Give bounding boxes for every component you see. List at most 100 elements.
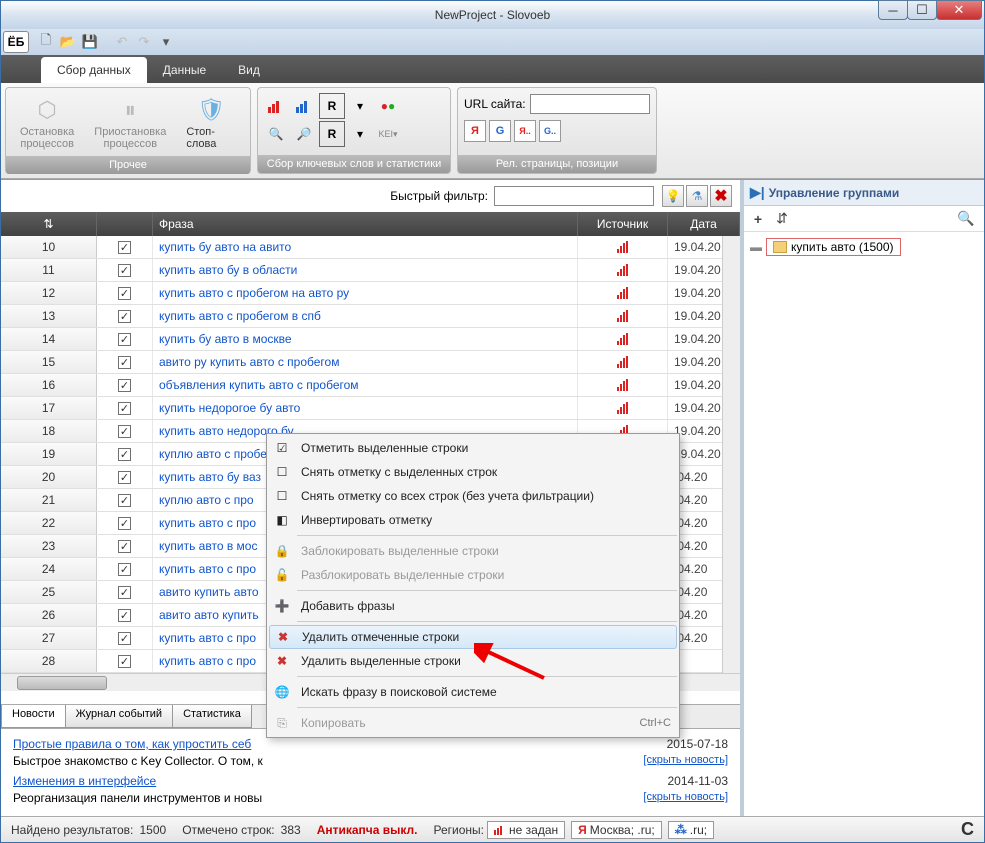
- row-checkbox[interactable]: ✓: [97, 328, 153, 350]
- save-icon[interactable]: 💾: [81, 33, 99, 51]
- tree-toggle-icon[interactable]: ▬: [750, 240, 762, 254]
- row-checkbox[interactable]: ✓: [97, 397, 153, 419]
- quick-filter-input[interactable]: [494, 186, 654, 206]
- r2-icon[interactable]: R: [319, 121, 345, 147]
- table-row[interactable]: 13✓купить авто с пробегом в спб19.04.20: [1, 305, 740, 328]
- row-checkbox[interactable]: ✓: [97, 259, 153, 281]
- region-box[interactable]: ЯМосква; .ru;: [571, 821, 662, 839]
- row-phrase[interactable]: купить недорогое бу авто: [153, 397, 578, 419]
- region-box[interactable]: не задан: [487, 821, 565, 839]
- tab-log[interactable]: Журнал событий: [65, 705, 173, 728]
- search-blue-icon[interactable]: 🔎: [291, 121, 317, 147]
- close-button[interactable]: ✕: [936, 0, 982, 20]
- ctx-globe[interactable]: 🌐Искать фразу в поисковой системе: [267, 680, 679, 704]
- col-source[interactable]: Источник: [578, 212, 668, 236]
- clear-filter-icon[interactable]: ✖: [710, 185, 732, 207]
- row-phrase[interactable]: купить авто бу в области: [153, 259, 578, 281]
- pause-processes-button[interactable]: ⏸ Приостановка процессов: [84, 92, 176, 152]
- row-checkbox[interactable]: ✓: [97, 305, 153, 327]
- table-row[interactable]: 17✓купить недорогое бу авто19.04.20: [1, 397, 740, 420]
- collapse-icon[interactable]: ▶|: [750, 184, 765, 201]
- row-phrase[interactable]: купить авто с пробегом на авто ру: [153, 282, 578, 304]
- row-checkbox[interactable]: ✓: [97, 627, 153, 649]
- google-icon[interactable]: G: [489, 120, 511, 142]
- table-row[interactable]: 14✓купить бу авто в москве19.04.20: [1, 328, 740, 351]
- row-checkbox[interactable]: ✓: [97, 351, 153, 373]
- dropdown-icon[interactable]: ▾: [157, 33, 175, 51]
- search-red-icon[interactable]: 🔍: [263, 121, 289, 147]
- url-input[interactable]: [530, 94, 650, 114]
- row-checkbox[interactable]: ✓: [97, 420, 153, 442]
- undo-icon[interactable]: ↶: [113, 33, 131, 51]
- row-phrase[interactable]: объявления купить авто с пробегом: [153, 374, 578, 396]
- table-row[interactable]: 10✓купить бу авто на авито19.04.20: [1, 236, 740, 259]
- ctx-inv[interactable]: ◧Инвертировать отметку: [267, 508, 679, 532]
- add-group-icon[interactable]: +: [748, 209, 768, 229]
- stop-processes-button[interactable]: ⬡ Остановка процессов: [10, 92, 84, 152]
- region-box[interactable]: ⁂.ru;: [668, 821, 714, 839]
- row-checkbox[interactable]: ✓: [97, 558, 153, 580]
- tab-data[interactable]: Данные: [147, 57, 222, 83]
- row-phrase[interactable]: купить бу авто в москве: [153, 328, 578, 350]
- google2-icon[interactable]: G..: [539, 120, 561, 142]
- row-checkbox[interactable]: ✓: [97, 489, 153, 511]
- hide-news-link[interactable]: [скрыть новость]: [643, 754, 728, 768]
- row-phrase[interactable]: авито ру купить авто с пробегом: [153, 351, 578, 373]
- ctx-unchk[interactable]: ☐Снять отметку со всех строк (без учета …: [267, 484, 679, 508]
- tab-stats[interactable]: Статистика: [172, 705, 252, 728]
- table-row[interactable]: 12✓купить авто с пробегом на авто ру19.0…: [1, 282, 740, 305]
- open-folder-icon[interactable]: 📂: [59, 33, 77, 51]
- row-checkbox[interactable]: ✓: [97, 443, 153, 465]
- row-checkbox[interactable]: ✓: [97, 282, 153, 304]
- row-phrase[interactable]: купить бу авто на авито: [153, 236, 578, 258]
- r-icon[interactable]: R: [319, 93, 345, 119]
- app-logo[interactable]: ЁБ: [3, 31, 29, 53]
- table-row[interactable]: 11✓купить авто бу в области19.04.20: [1, 259, 740, 282]
- row-checkbox[interactable]: ✓: [97, 374, 153, 396]
- col-date[interactable]: Дата: [668, 212, 740, 236]
- search-icon[interactable]: 🔍: [956, 209, 976, 229]
- row-checkbox[interactable]: ✓: [97, 535, 153, 557]
- col-phrase[interactable]: Фраза: [153, 212, 578, 236]
- row-checkbox[interactable]: ✓: [97, 466, 153, 488]
- funnel-icon[interactable]: ⚗: [686, 185, 708, 207]
- stopwords-button[interactable]: 🛡 Стоп-слова: [176, 92, 246, 152]
- sort-icon[interactable]: ⇵: [772, 209, 792, 229]
- kei-icon[interactable]: KEI▾: [375, 121, 401, 147]
- ctx-delx[interactable]: ✖Удалить выделенные строки: [267, 649, 679, 673]
- dots-icon[interactable]: ●●: [375, 93, 401, 119]
- minimize-button[interactable]: ─: [878, 0, 908, 20]
- tab-collect[interactable]: Сбор данных: [41, 57, 147, 83]
- titlebar[interactable]: NewProject - Slovoeb ─ ☐ ✕: [1, 1, 984, 29]
- col-rownum[interactable]: ⇅: [1, 212, 97, 236]
- table-row[interactable]: 15✓авито ру купить авто с пробегом19.04.…: [1, 351, 740, 374]
- row-phrase[interactable]: купить авто с пробегом в спб: [153, 305, 578, 327]
- news-link[interactable]: Простые правила о том, как упростить себ: [13, 737, 251, 751]
- col-check[interactable]: [97, 212, 153, 236]
- ctx-plus[interactable]: ➕Добавить фразы: [267, 594, 679, 618]
- news-link[interactable]: Изменения в интерфейсе: [13, 774, 156, 788]
- bars-red-icon[interactable]: [263, 93, 289, 119]
- yandex2-icon[interactable]: Я..: [514, 120, 536, 142]
- refresh-icon[interactable]: C: [961, 819, 974, 840]
- table-row[interactable]: 16✓объявления купить авто с пробегом19.0…: [1, 374, 740, 397]
- row-checkbox[interactable]: ✓: [97, 650, 153, 672]
- row-checkbox[interactable]: ✓: [97, 581, 153, 603]
- dropdown2-icon[interactable]: ▾: [347, 121, 373, 147]
- row-checkbox[interactable]: ✓: [97, 236, 153, 258]
- tab-news[interactable]: Новости: [1, 705, 66, 728]
- row-checkbox[interactable]: ✓: [97, 604, 153, 626]
- vertical-scrollbar[interactable]: [722, 236, 740, 686]
- bars-blue-icon[interactable]: [291, 93, 317, 119]
- tab-view[interactable]: Вид: [222, 57, 276, 83]
- group-item[interactable]: купить авто (1500): [766, 238, 901, 256]
- hide-news-link[interactable]: [скрыть новость]: [643, 791, 728, 805]
- bulb-icon[interactable]: 💡: [662, 185, 684, 207]
- ctx-delx[interactable]: ✖Удалить отмеченные строки: [269, 625, 677, 649]
- ctx-unchk[interactable]: ☐Снять отметку с выделенных строк: [267, 460, 679, 484]
- redo-icon[interactable]: ↷: [135, 33, 153, 51]
- yandex-icon[interactable]: Я: [464, 120, 486, 142]
- new-file-icon[interactable]: 🗋: [37, 33, 55, 51]
- maximize-button[interactable]: ☐: [907, 0, 937, 20]
- row-checkbox[interactable]: ✓: [97, 512, 153, 534]
